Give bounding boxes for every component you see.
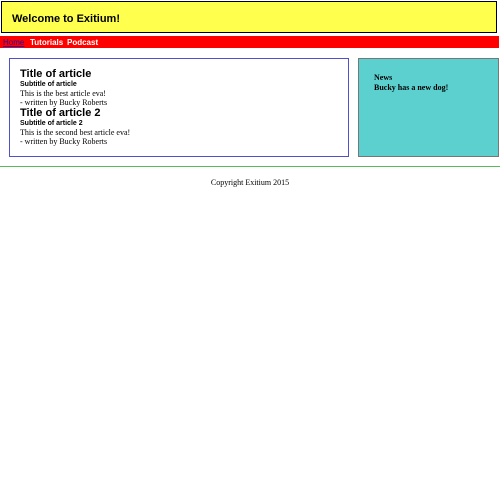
nav-link-home[interactable]: Home [3,38,24,47]
article-body: This is the best article eva! [20,89,106,98]
site-title: Welcome to Exitium! [12,13,120,25]
site-header: Welcome to Exitium! [1,1,497,33]
article-title: Title of article 2 [20,107,101,119]
footer-divider [0,166,500,167]
news-story: Bucky has a new dog! [374,83,449,92]
article-subtitle: Subtitle of article 2 [20,120,83,127]
nav-bar: Home Tutorials Podcast [0,36,499,48]
article-body: This is the second best article eva! [20,128,131,137]
footer-copyright: Copyright Exitium 2015 [210,178,290,187]
article: Title of article Subtitle of article Thi… [20,68,340,108]
news-sidebar: News Bucky has a new dog! [358,58,499,157]
nav-link-podcast[interactable]: Podcast [67,38,98,47]
article-byline: - written by Bucky Roberts [20,98,108,107]
article-byline: - written by Bucky Roberts [20,137,108,146]
nav-link-tutorials[interactable]: Tutorials [30,38,63,47]
article: Title of article 2 Subtitle of article 2… [20,107,340,147]
news-heading: News [374,73,393,82]
main-content: Title of article Subtitle of article Thi… [9,58,349,157]
article-title: Title of article [20,68,92,80]
article-subtitle: Subtitle of article [20,81,77,88]
